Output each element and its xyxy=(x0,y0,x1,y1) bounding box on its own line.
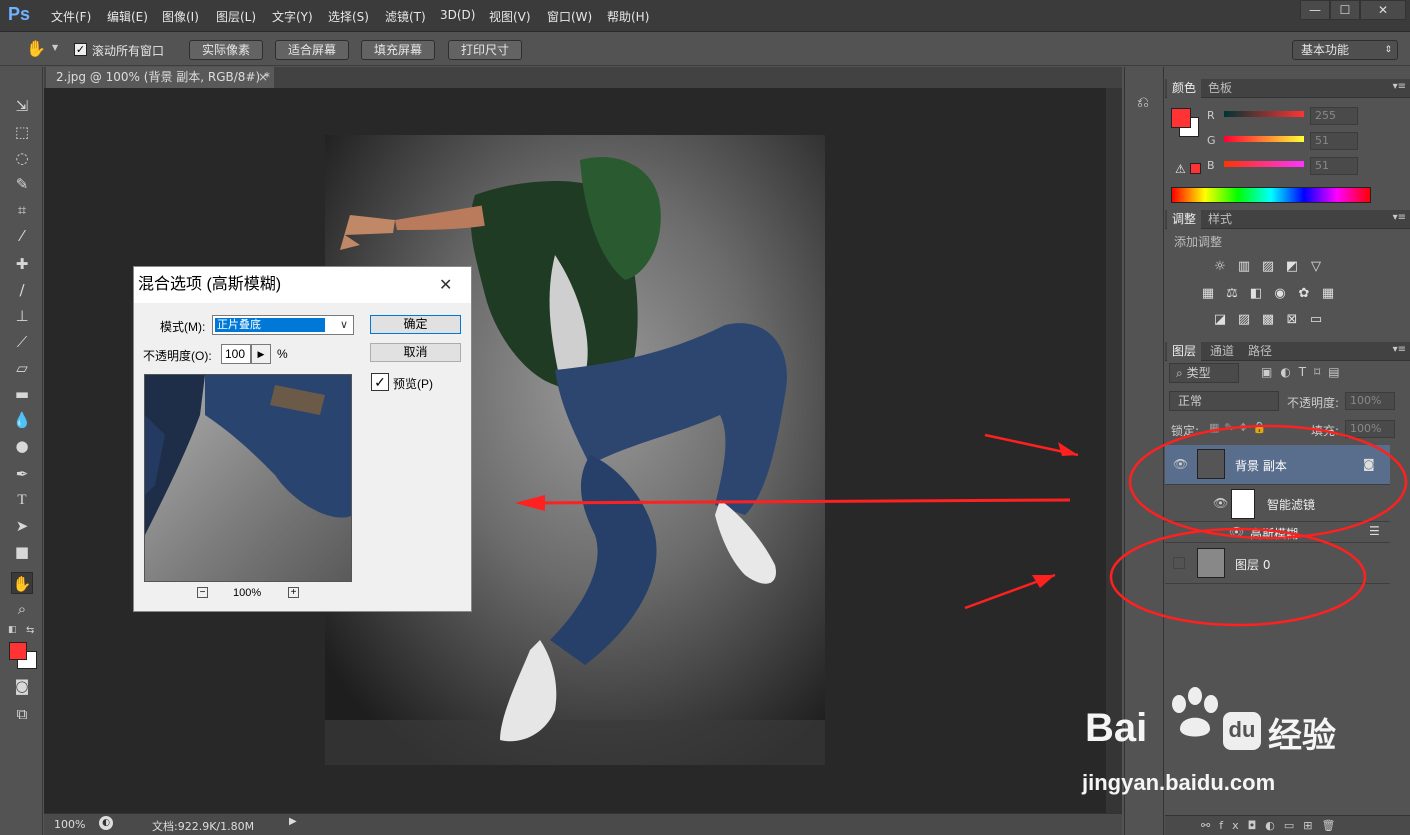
watermark-du-badge: du xyxy=(1223,712,1261,750)
baidu-paw-logo xyxy=(1165,684,1225,744)
watermark-brand: Bai xyxy=(1085,706,1148,750)
preview-zoom-label: 100% xyxy=(233,587,262,599)
preview-checkbox[interactable]: ✓ xyxy=(371,373,389,391)
cancel-button[interactable]: 取消 xyxy=(370,343,461,362)
opacity-input[interactable]: 100 xyxy=(221,344,251,364)
zoom-out-button[interactable]: − xyxy=(197,587,208,598)
opacity-label: 不透明度(O): xyxy=(143,349,212,363)
watermark-brand-cn: 经验 xyxy=(1268,716,1336,756)
watermark-url: jingyan.baidu.com xyxy=(1082,770,1276,795)
mode-value: 正片叠底 xyxy=(215,318,325,332)
chevron-down-icon: ∨ xyxy=(339,319,348,331)
dialog-title: 混合选项 (高斯模糊) xyxy=(134,267,471,303)
zoom-in-button[interactable]: + xyxy=(288,587,299,598)
close-icon[interactable]: ✕ xyxy=(439,275,452,295)
preview-label: 预览(P) xyxy=(393,377,433,391)
mode-select[interactable]: 正片叠底 ∨ xyxy=(212,315,354,335)
ok-button[interactable]: 确定 xyxy=(370,315,461,334)
opacity-slider-arrow-icon[interactable]: ▶ xyxy=(251,344,271,364)
percent-label: % xyxy=(277,347,288,361)
mode-label: 模式(M): xyxy=(160,320,206,334)
preview-crop xyxy=(145,375,351,535)
blending-options-dialog: 混合选项 (高斯模糊) ✕ 模式(M): 正片叠底 ∨ 不透明度(O): 100… xyxy=(133,266,472,612)
preview-image[interactable] xyxy=(144,374,352,582)
